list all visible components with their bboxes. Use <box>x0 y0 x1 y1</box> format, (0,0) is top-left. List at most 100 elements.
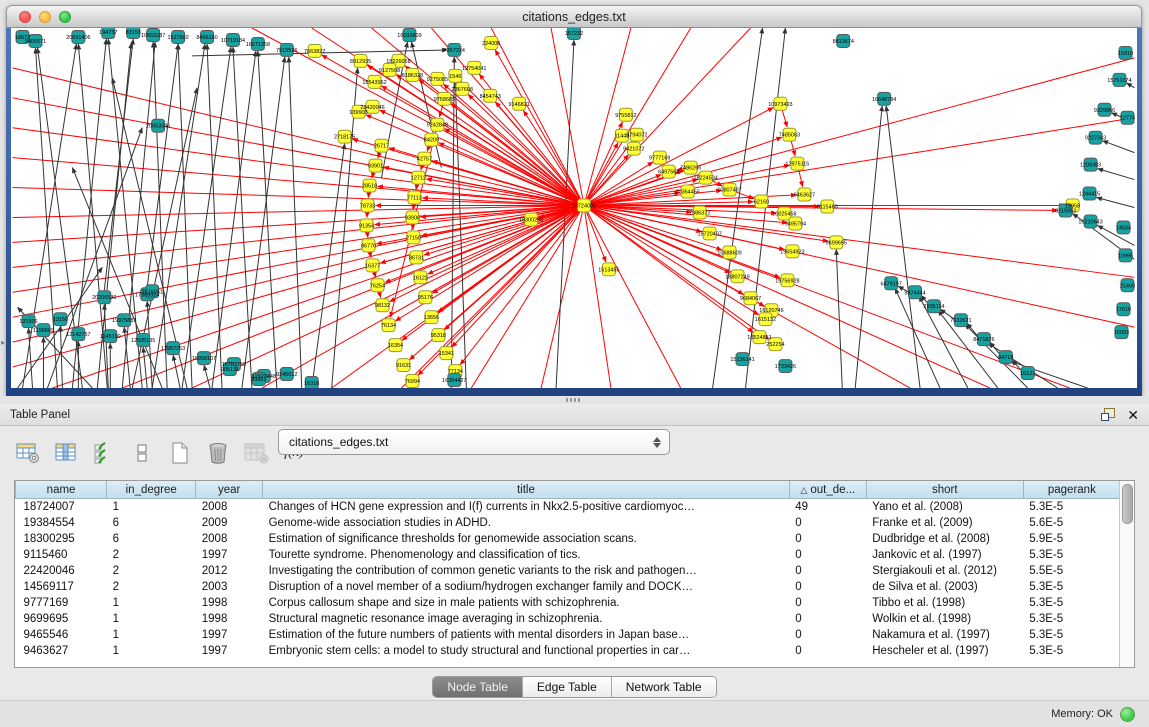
row-height-icon[interactable] <box>128 439 156 467</box>
cell-name[interactable]: 9699695 <box>16 611 107 627</box>
column-header-title[interactable]: title <box>263 481 790 499</box>
cell-in_degree[interactable]: 1 <box>107 595 196 611</box>
cell-pagerank[interactable]: 5.3E-5 <box>1023 611 1120 627</box>
cell-out_degree[interactable]: 0 <box>789 643 866 659</box>
cell-short[interactable]: Stergiakouli et al. (2012) <box>866 563 1023 579</box>
cell-year[interactable]: 1997 <box>196 547 263 563</box>
cell-title[interactable]: Estimation of significance thresholds fo… <box>263 531 790 547</box>
cell-title[interactable]: Estimation of the future numbers of pati… <box>263 627 790 643</box>
cell-name[interactable]: 9463627 <box>16 643 107 659</box>
column-header-in_degree[interactable]: in_degree <box>107 481 196 499</box>
cell-out_degree[interactable]: 0 <box>789 531 866 547</box>
column-header-out_de[interactable]: △out_de... <box>789 481 866 499</box>
cell-year[interactable]: 1998 <box>196 595 263 611</box>
cell-in_degree[interactable]: 1 <box>107 611 196 627</box>
table-row[interactable]: 946362711997Embryonic stem cells: a mode… <box>16 643 1121 659</box>
cell-out_degree[interactable]: 0 <box>789 627 866 643</box>
cell-in_degree[interactable]: 2 <box>107 579 196 595</box>
window-titlebar[interactable]: citations_edges.txt <box>6 5 1142 28</box>
scrollbar-thumb[interactable] <box>1122 484 1133 524</box>
cell-name[interactable]: 14569117 <box>16 579 107 595</box>
table-row[interactable]: 2242004622012Investigating the contribut… <box>16 563 1121 579</box>
cell-title[interactable]: Changes of HCN gene expression and I(f) … <box>263 499 790 516</box>
tab-node-table[interactable]: Node Table <box>433 677 523 697</box>
cell-pagerank[interactable]: 5.5E-5 <box>1023 563 1120 579</box>
cell-in_degree[interactable]: 1 <box>107 643 196 659</box>
cell-short[interactable]: Dudbridge et al. (2008) <box>866 531 1023 547</box>
cell-name[interactable]: 19384554 <box>16 515 107 531</box>
cell-year[interactable]: 2003 <box>196 579 263 595</box>
cell-short[interactable]: de Silva et al. (2003) <box>866 579 1023 595</box>
select-columns-icon[interactable] <box>90 439 118 467</box>
cell-title[interactable]: Tourette syndrome. Phenomenology and cla… <box>263 547 790 563</box>
cell-year[interactable]: 1997 <box>196 643 263 659</box>
memory-indicator-icon[interactable] <box>1120 707 1135 722</box>
cell-in_degree[interactable]: 2 <box>107 563 196 579</box>
cell-pagerank[interactable]: 5.3E-5 <box>1023 627 1120 643</box>
tab-network-table[interactable]: Network Table <box>612 677 716 697</box>
cell-year[interactable]: 1997 <box>196 627 263 643</box>
cell-name[interactable]: 9777169 <box>16 595 107 611</box>
cell-short[interactable]: Hescheler et al. (1997) <box>866 643 1023 659</box>
column-visibility-icon[interactable] <box>52 439 80 467</box>
panel-divider[interactable] <box>0 396 1149 404</box>
column-header-name[interactable]: name <box>16 481 107 499</box>
cell-short[interactable]: Wolkin et al. (1998) <box>866 611 1023 627</box>
cell-out_degree[interactable]: 49 <box>789 499 866 516</box>
new-file-icon[interactable] <box>166 439 194 467</box>
vertical-scrollbar[interactable] <box>1119 481 1134 667</box>
cell-in_degree[interactable]: 6 <box>107 531 196 547</box>
cell-short[interactable]: Tibbo et al. (1998) <box>866 595 1023 611</box>
cell-year[interactable]: 2012 <box>196 563 263 579</box>
column-header-pagerank[interactable]: pagerank <box>1023 481 1120 499</box>
table-row[interactable]: 1456911722003Disruption of a novel membe… <box>16 579 1121 595</box>
table-row[interactable]: 1938455462009Genome-wide association stu… <box>16 515 1121 531</box>
cell-in_degree[interactable]: 6 <box>107 515 196 531</box>
table-row[interactable]: 1872400712008Changes of HCN gene express… <box>16 499 1121 516</box>
cell-pagerank[interactable]: 5.3E-5 <box>1023 547 1120 563</box>
cell-year[interactable]: 1998 <box>196 611 263 627</box>
cell-pagerank[interactable]: 5.3E-5 <box>1023 643 1120 659</box>
cell-pagerank[interactable]: 5.3E-5 <box>1023 595 1120 611</box>
cell-short[interactable]: Nakamura et al. (1997) <box>866 627 1023 643</box>
cell-name[interactable]: 9465546 <box>16 627 107 643</box>
tab-edge-table[interactable]: Edge Table <box>523 677 612 697</box>
cell-title[interactable]: Genome-wide association studies in ADHD. <box>263 515 790 531</box>
divider-grip-icon[interactable] <box>566 398 580 402</box>
cell-name[interactable]: 22420046 <box>16 563 107 579</box>
cell-name[interactable]: 18300295 <box>16 531 107 547</box>
table-row[interactable]: 1830029562008Estimation of significance … <box>16 531 1121 547</box>
cell-in_degree[interactable]: 1 <box>107 627 196 643</box>
column-header-short[interactable]: short <box>866 481 1023 499</box>
table-settings-icon[interactable] <box>14 439 42 467</box>
table-row[interactable]: 911546021997Tourette syndrome. Phenomeno… <box>16 547 1121 563</box>
cell-year[interactable]: 2008 <box>196 499 263 516</box>
cell-name[interactable]: 18724007 <box>16 499 107 516</box>
cell-short[interactable]: Franke et al. (2009) <box>866 515 1023 531</box>
cell-out_degree[interactable]: 0 <box>789 595 866 611</box>
cell-year[interactable]: 2009 <box>196 515 263 531</box>
cell-out_degree[interactable]: 0 <box>789 611 866 627</box>
cell-in_degree[interactable]: 1 <box>107 499 196 516</box>
cell-name[interactable]: 9115460 <box>16 547 107 563</box>
cell-pagerank[interactable]: 5.3E-5 <box>1023 499 1120 516</box>
cell-year[interactable]: 2008 <box>196 531 263 547</box>
cell-out_degree[interactable]: 0 <box>789 579 866 595</box>
cell-out_degree[interactable]: 0 <box>789 563 866 579</box>
cell-out_degree[interactable]: 0 <box>789 515 866 531</box>
cell-title[interactable]: Corpus callosum shape and size in male p… <box>263 595 790 611</box>
delete-icon[interactable] <box>204 439 232 467</box>
cell-title[interactable]: Embryonic stem cells: a model to study s… <box>263 643 790 659</box>
table-row[interactable]: 977716911998Corpus callosum shape and si… <box>16 595 1121 611</box>
cell-out_degree[interactable]: 0 <box>789 547 866 563</box>
cell-pagerank[interactable]: 5.9E-5 <box>1023 531 1120 547</box>
cell-short[interactable]: Yano et al. (2008) <box>866 499 1023 516</box>
table-row[interactable]: 946554611997Estimation of the future num… <box>16 627 1121 643</box>
column-header-year[interactable]: year <box>196 481 263 499</box>
cell-title[interactable]: Structural magnetic resonance image aver… <box>263 611 790 627</box>
cell-title[interactable]: Investigating the contribution of common… <box>263 563 790 579</box>
close-panel-icon[interactable]: ✕ <box>1127 408 1139 422</box>
table-select-dropdown[interactable]: citations_edges.txt <box>278 429 670 455</box>
panel-collapse-handle[interactable]: ▸ <box>1 338 5 347</box>
cell-short[interactable]: Jankovic et al. (1997) <box>866 547 1023 563</box>
